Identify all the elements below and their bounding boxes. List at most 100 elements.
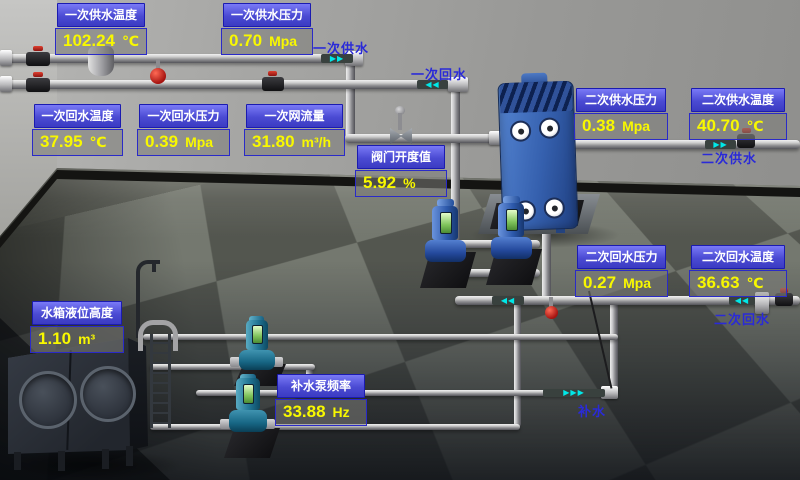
tag-primary-return-pressure[interactable]: 一次回水压力 0.39 Mpa	[137, 104, 230, 156]
tag-label: 阀门开度值	[357, 145, 445, 169]
pipe-label-primary-supply: 一次供水	[313, 38, 369, 57]
tag-value-box: 31.80 m³/h	[244, 129, 345, 156]
tag-valve-opening[interactable]: 阀门开度值 5.92 %	[355, 145, 447, 197]
valve-handle	[268, 71, 277, 76]
tag-value: 33.88	[283, 402, 326, 422]
tank-vent-tip	[152, 262, 156, 272]
tag-value: 1.10	[38, 329, 71, 349]
tag-label: 二次供水压力	[576, 88, 666, 112]
tag-label: 一次网流量	[246, 104, 343, 128]
tag-value: 102.24	[63, 31, 115, 51]
makeup-pump-2[interactable]	[228, 378, 272, 434]
control-valve-stem	[398, 113, 402, 130]
tag-unit: Mpa	[269, 33, 297, 49]
tag-unit: ℃	[90, 134, 107, 151]
tag-label: 一次回水温度	[34, 104, 121, 128]
tag-value-box: 102.24 ℃	[55, 28, 147, 55]
tag-unit: ℃	[747, 275, 764, 292]
tag-makeup-pump-frequency[interactable]: 补水泵频率 33.88 Hz	[275, 374, 367, 426]
tag-value: 36.63	[697, 273, 740, 293]
pipe-secondary-supply	[556, 140, 800, 149]
pump-status-window	[243, 384, 254, 404]
tag-value: 0.70	[229, 31, 262, 51]
tag-primary-supply-temp[interactable]: 一次供水温度 102.24 ℃	[55, 3, 147, 55]
pump-status-window	[252, 325, 263, 344]
tank-manhole	[19, 371, 77, 429]
tag-label: 二次回水压力	[577, 245, 666, 269]
tag-label: 二次回水温度	[691, 245, 785, 269]
valve-primary-supply[interactable]	[26, 52, 50, 66]
tag-value: 37.95	[40, 132, 83, 152]
tag-unit: ℃	[122, 33, 139, 50]
tag-value-box: 36.63 ℃	[689, 270, 787, 297]
pipe-primary-return	[0, 80, 463, 89]
tag-unit: Hz	[333, 404, 350, 420]
pipe-makeup-riser	[610, 300, 618, 392]
tag-primary-supply-pressure[interactable]: 一次供水压力 0.70 Mpa	[221, 3, 313, 55]
flange-fitting	[0, 76, 12, 92]
valve-primary-return[interactable]	[26, 78, 50, 92]
tag-unit: Mpa	[622, 118, 650, 134]
pipe-label-secondary-supply: 二次供水	[701, 148, 757, 167]
tag-tank-level[interactable]: 水箱液位高度 1.10 m³	[30, 301, 124, 353]
flow-arrows-icon: ▶▶▶	[543, 389, 605, 397]
tank-leg	[102, 449, 109, 469]
tank-leg	[58, 451, 65, 471]
tank-leg	[14, 452, 21, 470]
pipe-tank-outlet	[143, 334, 618, 340]
circulation-pump-2[interactable]	[490, 201, 534, 263]
tag-unit: m³/h	[302, 134, 332, 150]
tag-value-box: 1.10 m³	[30, 326, 124, 353]
pipe-label-makeup-water: 补水	[578, 401, 606, 420]
pump-status-window	[506, 209, 518, 231]
tag-value-box: 33.88 Hz	[275, 399, 367, 426]
pump-volute	[491, 237, 532, 259]
tag-secondary-return-pressure[interactable]: 二次回水压力 0.27 Mpa	[575, 245, 668, 297]
tag-unit: Mpa	[623, 275, 651, 291]
tag-value: 40.70	[697, 116, 740, 136]
tag-secondary-supply-pressure[interactable]: 二次供水压力 0.38 Mpa	[574, 88, 668, 140]
tag-label: 一次供水压力	[223, 3, 311, 27]
tag-value: 5.92	[363, 173, 396, 193]
tank-leg	[126, 446, 133, 466]
tag-value-box: 0.70 Mpa	[221, 28, 313, 55]
tag-value-box: 0.39 Mpa	[137, 129, 230, 156]
tag-label: 补水泵频率	[277, 374, 365, 398]
red-drain-valve[interactable]	[545, 306, 558, 319]
tag-value: 0.39	[145, 132, 178, 152]
tank-manhole	[80, 366, 136, 422]
tag-value: 0.38	[582, 116, 615, 136]
tank-ladder	[150, 334, 171, 428]
pipe-label-primary-return: 一次回水	[411, 64, 467, 83]
hmi-heat-exchange-station-screen: ▶▶ ◀◀ ▶▶ ◀◀ ◀◀ ▶▶▶ 一次供水 一次回水 二次供水 二次回水 补…	[0, 0, 800, 480]
red-ball-valve[interactable]	[150, 68, 166, 84]
tag-label: 水箱液位高度	[32, 301, 122, 325]
tag-label: 二次供水温度	[691, 88, 785, 112]
tag-label: 一次回水压力	[139, 104, 228, 128]
tag-value: 0.27	[583, 273, 616, 293]
tag-unit: Mpa	[185, 134, 213, 150]
valve-primary-return-2[interactable]	[262, 77, 284, 91]
valve-handle	[33, 72, 43, 77]
pump-status-window	[440, 212, 452, 234]
pipe-label-secondary-return: 二次回水	[714, 309, 770, 328]
flange-fitting	[0, 50, 12, 66]
flow-arrows-icon: ◀◀	[729, 296, 755, 305]
tag-value-box: 40.70 ℃	[689, 113, 787, 140]
valve-handle	[33, 46, 43, 51]
tag-primary-flow[interactable]: 一次网流量 31.80 m³/h	[244, 104, 345, 156]
pipe-suction-riser	[514, 300, 521, 427]
tag-label: 一次供水温度	[57, 3, 145, 27]
flow-arrows-icon: ◀◀	[492, 296, 524, 305]
makeup-pump-1[interactable]	[238, 320, 280, 372]
tag-secondary-return-temp[interactable]: 二次回水温度 36.63 ℃	[689, 245, 787, 297]
tag-value: 31.80	[252, 132, 295, 152]
tag-primary-return-temp[interactable]: 一次回水温度 37.95 ℃	[32, 104, 123, 156]
pump-volute	[425, 240, 466, 262]
pump-volute	[229, 410, 267, 432]
tag-unit: m³	[78, 331, 95, 347]
tag-value-box: 0.38 Mpa	[574, 113, 668, 140]
circulation-pump-1[interactable]	[424, 204, 468, 266]
pump-volute	[239, 350, 275, 370]
tag-secondary-supply-temp[interactable]: 二次供水温度 40.70 ℃	[689, 88, 787, 140]
